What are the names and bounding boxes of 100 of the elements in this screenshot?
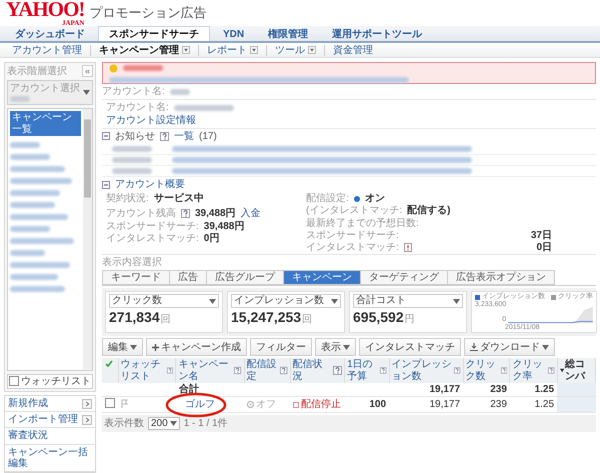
help-icon[interactable]	[280, 366, 288, 376]
nav-tab[interactable]: 運用サポートツール	[321, 26, 434, 42]
metric-unit: 回	[160, 314, 171, 325]
table-cell: 19,177	[429, 399, 460, 410]
collapse-toggle-icon[interactable]	[102, 180, 110, 189]
list-item[interactable]: キャンペーン一覧	[10, 111, 81, 136]
help-icon[interactable]	[234, 366, 242, 376]
help-icon[interactable]	[167, 366, 174, 376]
table-cell: オフ	[256, 399, 276, 410]
row-checkbox[interactable]	[105, 398, 115, 408]
help-icon[interactable]	[333, 366, 342, 376]
column-title: クリック率	[512, 359, 544, 382]
deposit-link[interactable]: 入金	[240, 208, 261, 220]
subnav-link[interactable]: ツール	[275, 44, 305, 56]
blurred-text	[10, 178, 72, 184]
menu-item[interactable]: キャンペーン一括編集	[5, 444, 95, 472]
collapse-button[interactable]: «	[82, 65, 93, 78]
help-icon[interactable]	[454, 366, 461, 376]
blurred-text	[10, 142, 40, 148]
dropdown-label: アカウント選択	[10, 83, 80, 94]
dropdown-caret-icon[interactable]	[250, 46, 258, 54]
notices-list-link[interactable]: 一覧	[174, 130, 194, 142]
blurred-text	[10, 214, 68, 220]
column-header[interactable]: クリック率	[510, 358, 558, 383]
caret-icon	[453, 298, 460, 304]
account-name-label: アカウント名:	[102, 86, 165, 98]
column-header[interactable]: インプレッション数	[389, 358, 464, 383]
plus-icon	[152, 344, 159, 351]
radio-icon[interactable]	[247, 401, 254, 408]
logo: YAHOO!	[6, 0, 84, 20]
download-icon	[470, 343, 478, 352]
view-tab[interactable]: 広告	[169, 270, 207, 286]
subnav-link[interactable]: アカウント管理	[12, 44, 82, 56]
nav-tab[interactable]: 権限管理	[257, 26, 320, 42]
chevron-right-icon[interactable]	[82, 414, 92, 425]
table-cell: 19,177	[429, 384, 460, 395]
help-icon[interactable]	[548, 366, 555, 376]
help-icon[interactable]	[181, 209, 190, 218]
section-title[interactable]: アカウント概要	[115, 178, 185, 190]
column-header[interactable]: キャンペーン名	[176, 358, 244, 383]
field-label: インタレストマッチ:	[106, 232, 199, 244]
nav-tab[interactable]: スポンサードサーチ	[98, 26, 210, 42]
column-header[interactable]: 1日の予算	[344, 358, 390, 383]
menu-item[interactable]: 新規作成	[5, 396, 95, 412]
field-value: 0日	[536, 242, 552, 254]
view-tab[interactable]: 広告グループ	[206, 270, 284, 286]
toolbar-button[interactable]: フィルター	[250, 338, 312, 356]
help-icon[interactable]	[380, 366, 387, 376]
help-icon[interactable]	[501, 366, 508, 376]
caret-icon	[170, 421, 177, 426]
column-title: ウォッチリスト	[120, 359, 162, 382]
subnav-link[interactable]: 資金管理	[333, 44, 373, 56]
subnav-link[interactable]: レポート	[207, 44, 247, 56]
table-cell: 配信停止	[301, 399, 342, 410]
blurred-text	[10, 238, 74, 244]
dropdown-caret-icon[interactable]	[182, 46, 190, 54]
metric-dropdown[interactable]: クリック数	[109, 294, 219, 308]
chevron-right-icon[interactable]	[82, 398, 92, 409]
column-title: 1日の予算	[347, 359, 374, 382]
column-header[interactable]: ウォッチリスト	[118, 358, 176, 383]
view-tab[interactable]: 広告表示オプション	[447, 270, 555, 286]
watchlist-checkbox[interactable]: ウォッチリスト	[7, 374, 93, 390]
toolbar-button[interactable]: 表示	[315, 338, 356, 356]
menu-item[interactable]: インポート管理	[5, 412, 95, 428]
blurred-text	[10, 286, 65, 292]
blurred-text	[10, 262, 70, 268]
collapse-toggle-icon[interactable]	[102, 132, 110, 140]
select-all-checkbox[interactable]	[104, 359, 114, 370]
sidebar-title: 表示階層選択	[7, 66, 67, 77]
column-header[interactable]: クリック数	[463, 358, 510, 383]
column-header[interactable]: 配信設定	[244, 358, 290, 383]
toolbar-button[interactable]: インタレストマッチ	[359, 338, 461, 356]
caret-icon	[542, 344, 549, 350]
field-value: 39,488円	[204, 220, 244, 232]
view-tab[interactable]: キャンペーン	[283, 270, 361, 286]
page-size-dropdown[interactable]: 200	[148, 417, 180, 430]
help-icon[interactable]	[160, 132, 169, 141]
nav-tab[interactable]: YDN	[212, 26, 256, 42]
blurred-text	[10, 250, 45, 256]
menu-item[interactable]: 審査状況	[5, 428, 95, 445]
nav-tab[interactable]: ダッシュボード	[4, 26, 96, 42]
toolbar-button[interactable]: キャンペーン作成	[146, 338, 247, 356]
column-header[interactable]: 総コンバ	[557, 358, 596, 383]
blurred-text	[10, 202, 55, 208]
subnav-link[interactable]: キャンペーン管理	[99, 44, 179, 56]
metric-dropdown[interactable]: 合計コスト	[353, 294, 463, 308]
check-icon	[105, 360, 113, 368]
toolbar-button[interactable]: ダウンロード	[464, 338, 555, 356]
dropdown-caret-icon[interactable]	[308, 46, 316, 54]
view-tab[interactable]: キーワード	[102, 270, 170, 286]
metric-unit: 円	[404, 314, 415, 325]
account-settings-link[interactable]: アカウント設定情報	[106, 114, 196, 126]
sort-icon	[560, 368, 564, 374]
column-header[interactable]: 配信状況	[290, 358, 345, 383]
field-label: (インタレストマッチ:	[306, 205, 402, 216]
blurred-text	[10, 166, 65, 172]
table-cell: 239	[490, 399, 507, 410]
metric-dropdown[interactable]: インプレッション数	[231, 294, 341, 308]
view-tab[interactable]: ターゲティング	[360, 270, 448, 286]
toolbar-button[interactable]: 編集	[102, 338, 143, 356]
